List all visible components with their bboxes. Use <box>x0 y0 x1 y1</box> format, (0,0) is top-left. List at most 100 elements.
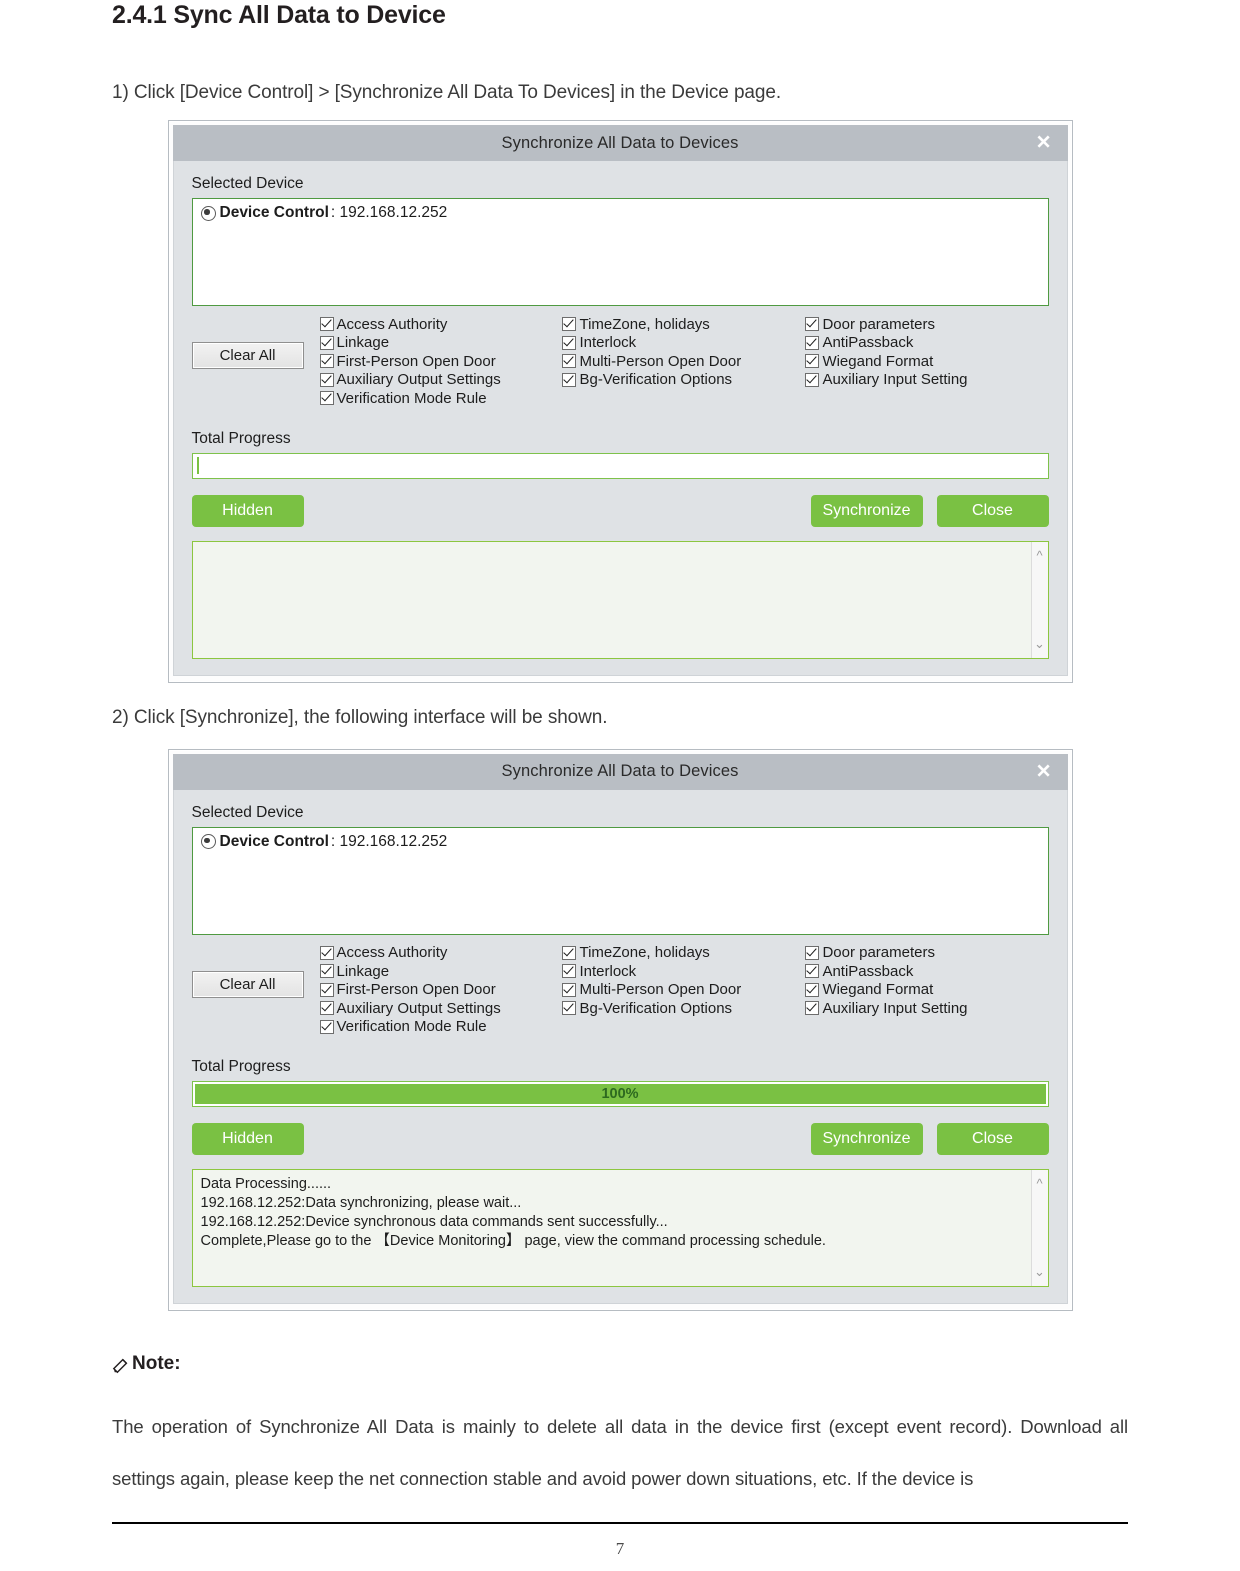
note-heading: Note: <box>112 1353 1128 1375</box>
option-verification-mode-rule[interactable]: Verification Mode Rule <box>319 1018 563 1037</box>
option-auxiliary-output-settings[interactable]: Auxiliary Output Settings <box>319 999 563 1018</box>
option-door-parameters[interactable]: Door parameters <box>805 315 1048 334</box>
option-linkage[interactable]: Linkage <box>319 962 563 981</box>
progress-caret <box>196 456 199 474</box>
option-auxiliary-input-setting[interactable]: Auxiliary Input Setting <box>805 371 1048 390</box>
option-columns: Access Authority Linkage First-Person Op… <box>319 315 1049 408</box>
page-number: 7 <box>615 1539 625 1558</box>
clear-all-holder: Clear All <box>191 944 320 998</box>
sync-dialog-before: Synchronize All Data to Devices ✕ Select… <box>167 120 1073 683</box>
checkbox-icon[interactable] <box>319 982 334 997</box>
checkbox-icon[interactable] <box>805 335 820 350</box>
device-list-item[interactable]: Device Control : 192.168.12.252 <box>200 204 1040 222</box>
option-auxiliary-input-setting[interactable]: Auxiliary Input Setting <box>805 999 1048 1018</box>
option-column-2: TimeZone, holidays Interlock Multi-Perso… <box>562 315 805 408</box>
log-content: Data Processing...... 192.168.12.252:Data… <box>193 1170 1048 1256</box>
selected-device-list[interactable]: Device Control : 192.168.12.252 <box>191 198 1049 306</box>
option-timezone-holidays[interactable]: TimeZone, holidays <box>562 315 805 334</box>
option-interlock[interactable]: Interlock <box>562 334 805 353</box>
checkbox-icon[interactable] <box>805 982 820 997</box>
hidden-button[interactable]: Hidden <box>191 494 304 527</box>
log-panel[interactable]: Data Processing...... 192.168.12.252:Data… <box>191 1169 1049 1287</box>
checkbox-icon[interactable] <box>562 982 577 997</box>
checkbox-icon[interactable] <box>562 317 577 332</box>
options-area: Clear All Access Authority Linkage First… <box>191 944 1049 1037</box>
checkbox-icon[interactable] <box>805 372 820 387</box>
option-label: Interlock <box>579 334 637 352</box>
option-columns: Access Authority Linkage First-Person Op… <box>319 944 1049 1037</box>
option-wiegand-format[interactable]: Wiegand Format <box>805 981 1048 1000</box>
page-title: 2.4.1 Sync All Data to Device <box>112 1 446 29</box>
checkbox-icon[interactable] <box>805 317 820 332</box>
checkbox-icon[interactable] <box>562 372 577 387</box>
option-first-person-open-door[interactable]: First-Person Open Door <box>319 352 563 371</box>
option-wiegand-format[interactable]: Wiegand Format <box>805 352 1048 371</box>
checkbox-icon[interactable] <box>562 964 577 979</box>
chevron-up-icon[interactable]: ^ <box>1036 1177 1042 1190</box>
option-interlock[interactable]: Interlock <box>562 962 805 981</box>
chevron-down-icon[interactable]: ⌄ <box>1034 637 1045 650</box>
option-antipassback[interactable]: AntiPassback <box>805 334 1048 353</box>
checkbox-icon[interactable] <box>562 354 577 369</box>
radio-selected-icon[interactable] <box>200 834 216 849</box>
device-list-item[interactable]: Device Control : 192.168.12.252 <box>200 833 1040 851</box>
synchronize-button[interactable]: Synchronize <box>810 1123 923 1155</box>
option-bg-verification-options[interactable]: Bg-Verification Options <box>562 371 805 390</box>
radio-selected-icon[interactable] <box>200 205 216 221</box>
log-scrollbar[interactable]: ^ ⌄ <box>1030 1170 1048 1286</box>
close-button[interactable]: Close <box>936 494 1049 527</box>
note-label: Note: <box>132 1353 181 1374</box>
checkbox-icon[interactable] <box>319 1001 334 1016</box>
synchronize-button[interactable]: Synchronize <box>810 494 923 527</box>
selected-device-list[interactable]: Device Control : 192.168.12.252 <box>191 826 1049 935</box>
option-verification-mode-rule[interactable]: Verification Mode Rule <box>319 389 563 408</box>
progress-bar <box>191 452 1049 479</box>
selected-device-label: Selected Device <box>191 175 304 192</box>
checkbox-icon[interactable] <box>319 354 334 369</box>
hidden-button[interactable]: Hidden <box>191 1123 304 1155</box>
option-bg-verification-options[interactable]: Bg-Verification Options <box>562 999 805 1018</box>
option-label: TimeZone, holidays <box>579 315 710 333</box>
checkbox-icon[interactable] <box>562 945 577 960</box>
clear-all-button[interactable]: Clear All <box>191 970 304 998</box>
option-multi-person-open-door[interactable]: Multi-Person Open Door <box>562 981 805 1000</box>
close-icon[interactable]: ✕ <box>1036 134 1052 153</box>
checkbox-icon[interactable] <box>319 372 334 387</box>
option-linkage[interactable]: Linkage <box>319 334 563 353</box>
chevron-up-icon[interactable]: ^ <box>1036 549 1042 562</box>
option-door-parameters[interactable]: Door parameters <box>805 944 1048 963</box>
option-auxiliary-output-settings[interactable]: Auxiliary Output Settings <box>319 371 563 390</box>
checkbox-icon[interactable] <box>805 1001 820 1016</box>
checkbox-icon[interactable] <box>319 945 334 960</box>
total-progress-label: Total Progress <box>191 429 291 447</box>
checkbox-icon[interactable] <box>562 1001 577 1016</box>
checkbox-icon[interactable] <box>319 1019 334 1034</box>
dialog-title: Synchronize All Data to Devices <box>501 133 739 152</box>
checkbox-icon[interactable] <box>319 391 334 406</box>
option-timezone-holidays[interactable]: TimeZone, holidays <box>562 944 805 963</box>
log-panel[interactable]: ^ ⌄ <box>191 540 1049 659</box>
clear-all-button[interactable]: Clear All <box>191 342 304 369</box>
option-label: Door parameters <box>822 315 935 333</box>
checkbox-icon[interactable] <box>319 317 334 332</box>
checkbox-icon[interactable] <box>805 945 820 960</box>
step-1-text: 1) Click [Device Control] > [Synchronize… <box>112 82 781 103</box>
option-access-authority[interactable]: Access Authority <box>319 315 563 334</box>
chevron-down-icon[interactable]: ⌄ <box>1034 1265 1045 1278</box>
log-scrollbar[interactable]: ^ ⌄ <box>1030 541 1048 658</box>
step-2-text: 2) Click [Synchronize], the following in… <box>112 706 608 728</box>
option-access-authority[interactable]: Access Authority <box>319 944 563 963</box>
close-icon[interactable]: ✕ <box>1036 762 1052 781</box>
progress-fill: 100% <box>194 1084 1046 1104</box>
checkbox-icon[interactable] <box>562 335 577 350</box>
option-first-person-open-door[interactable]: First-Person Open Door <box>319 981 563 1000</box>
close-button[interactable]: Close <box>936 1123 1049 1155</box>
checkbox-icon[interactable] <box>805 354 820 369</box>
option-column-1: Access Authority Linkage First-Person Op… <box>319 315 563 408</box>
option-antipassback[interactable]: AntiPassback <box>805 962 1048 981</box>
checkbox-icon[interactable] <box>805 964 820 979</box>
option-multi-person-open-door[interactable]: Multi-Person Open Door <box>562 352 805 371</box>
checkbox-icon[interactable] <box>319 335 334 350</box>
checkbox-icon[interactable] <box>319 964 334 979</box>
clear-all-holder: Clear All <box>191 315 320 369</box>
